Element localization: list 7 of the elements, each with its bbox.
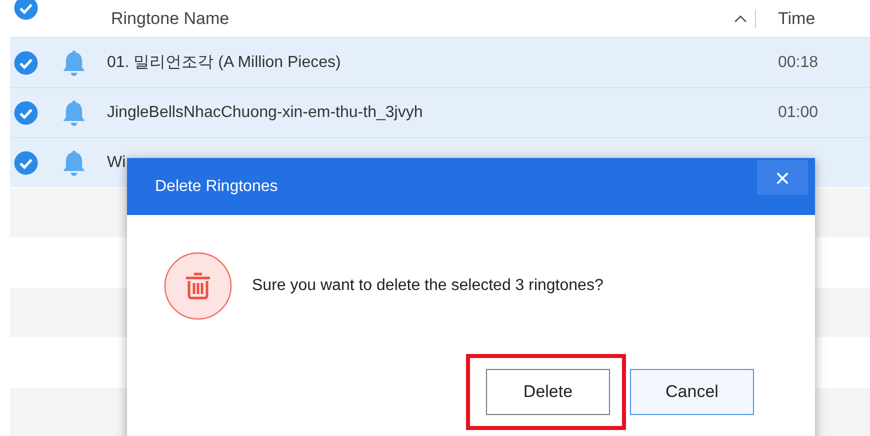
ringtone-name: Wi (107, 154, 127, 172)
dialog-title: Delete Ringtones (155, 178, 278, 196)
ringtone-time: 01:00 (778, 104, 820, 122)
ringtone-name: JingleBellsNhacChuong-xin-em-thu-th_3jvyh (107, 104, 424, 122)
confirmation-message: Sure you want to delete the selected 3 ringtones? (252, 277, 604, 295)
ringtone-name: 01. 밀리언조각 (A Million Pieces) (107, 53, 342, 73)
ringtone-time: 00:18 (778, 54, 820, 72)
